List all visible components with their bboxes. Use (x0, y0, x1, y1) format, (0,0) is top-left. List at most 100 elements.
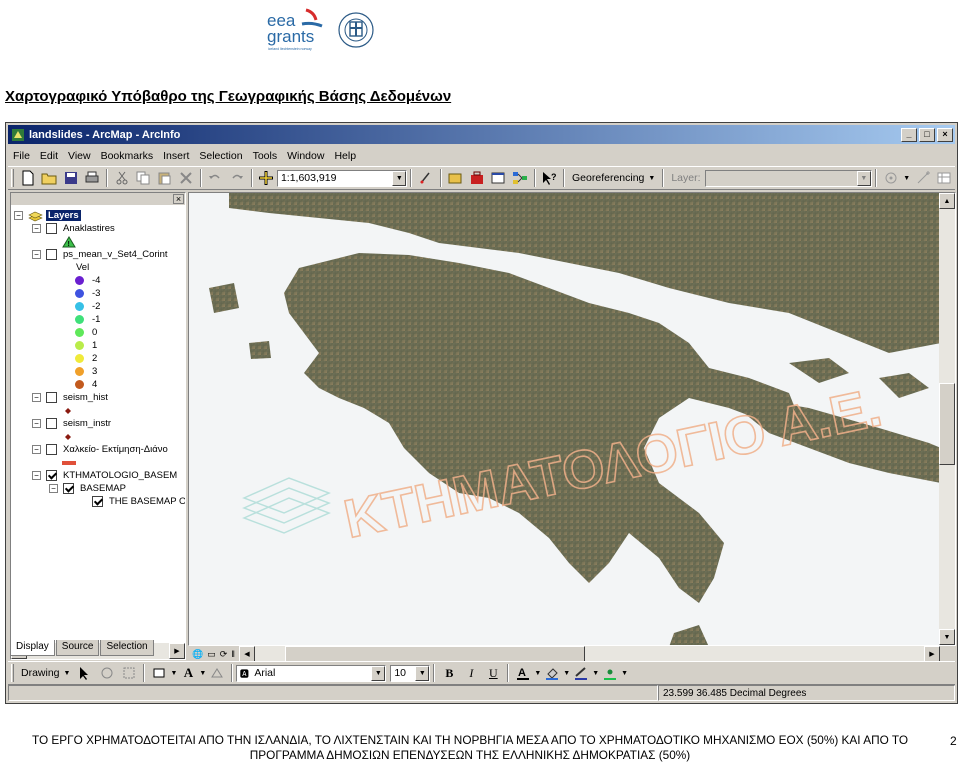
menu-insert[interactable]: Insert (158, 150, 194, 162)
model-builder-icon[interactable] (510, 168, 529, 188)
bold-button[interactable]: B (440, 664, 458, 682)
collapse-toggle[interactable]: − (14, 211, 23, 220)
scroll-up-icon[interactable]: ▲ (939, 193, 955, 209)
collapse-toggle[interactable]: − (32, 224, 41, 233)
collapse-toggle[interactable]: − (32, 250, 41, 259)
print-icon[interactable] (82, 168, 101, 188)
tree-row-layer[interactable]: THE BASEMAP OI (92, 495, 185, 508)
menu-window[interactable]: Window (282, 150, 329, 162)
save-icon[interactable] (61, 168, 80, 188)
horizontal-scroll-track[interactable] (255, 646, 924, 662)
chevron-down-icon[interactable]: ▼ (392, 170, 407, 186)
scroll-right-icon[interactable]: ▶ (169, 643, 185, 659)
editor-toolbar-icon[interactable] (416, 168, 435, 188)
rectangle-tool-icon[interactable] (149, 663, 169, 683)
layer-visibility-checkbox[interactable] (63, 483, 74, 494)
rotate-element-icon[interactable] (97, 663, 117, 683)
drawing-menu[interactable]: Drawing ▼ (17, 667, 74, 679)
chevron-down-icon[interactable]: ▼ (534, 670, 541, 677)
undo-icon[interactable] (206, 168, 225, 188)
toolbar-grip[interactable] (11, 664, 14, 682)
collapse-toggle[interactable]: − (32, 471, 41, 480)
close-icon[interactable]: × (173, 194, 184, 204)
menu-tools[interactable]: Tools (248, 150, 283, 162)
chevron-down-icon[interactable]: ▼ (903, 175, 910, 182)
open-folder-icon[interactable] (39, 168, 58, 188)
collapse-toggle[interactable]: − (32, 419, 41, 428)
menu-view[interactable]: View (63, 150, 96, 162)
collapse-toggle[interactable]: − (32, 393, 41, 402)
chevron-down-icon[interactable]: ▼ (371, 665, 386, 681)
tree-row-layer[interactable]: − ps_mean_v_Set4_Corint (32, 248, 168, 261)
arccatalog-icon[interactable] (446, 168, 465, 188)
tree-row-layer[interactable]: − BASEMAP (49, 482, 126, 495)
font-name-combo[interactable]: 🅰 Arial ▼ (236, 664, 387, 682)
scroll-thumb[interactable] (939, 383, 955, 465)
scroll-thumb[interactable] (285, 646, 585, 662)
tab-selection[interactable]: Selection (100, 640, 154, 656)
layer-visibility-checkbox[interactable] (46, 418, 57, 429)
layer-visibility-checkbox[interactable] (46, 444, 57, 455)
add-control-points-icon[interactable] (913, 168, 932, 188)
map-scale-combo[interactable]: 1:1,603,919 ▼ (276, 169, 408, 187)
collapse-toggle[interactable]: − (49, 484, 58, 493)
menu-selection[interactable]: Selection (194, 150, 247, 162)
edit-vertices-icon[interactable] (207, 663, 227, 683)
layout-view-icon[interactable]: ▭ (207, 649, 216, 660)
italic-button[interactable]: I (462, 664, 480, 682)
collapse-toggle[interactable]: − (32, 445, 41, 454)
command-line-icon[interactable] (489, 168, 508, 188)
chevron-down-icon[interactable]: ▼ (621, 670, 628, 677)
cut-icon[interactable] (112, 168, 131, 188)
layer-visibility-checkbox[interactable] (92, 496, 103, 507)
line-color-icon[interactable] (571, 663, 591, 683)
chevron-down-icon[interactable]: ▼ (563, 670, 570, 677)
marker-color-icon[interactable] (600, 663, 620, 683)
tree-row-layers-root[interactable]: − Layers (14, 209, 81, 222)
layer-visibility-checkbox[interactable] (46, 470, 57, 481)
tree-row-layer[interactable]: − KTHMATOLOGIO_BASEM (32, 469, 177, 482)
georef-layer-combo[interactable]: ▼ (704, 169, 872, 187)
menu-help[interactable]: Help (329, 150, 361, 162)
maximize-icon[interactable]: □ (919, 127, 935, 142)
toolbar-grip[interactable] (11, 169, 14, 187)
menu-bookmarks[interactable]: Bookmarks (96, 150, 159, 162)
refresh-icon[interactable]: ⟳ (220, 649, 228, 660)
underline-button[interactable]: U (484, 664, 502, 682)
new-document-icon[interactable] (18, 168, 37, 188)
whats-this-help-icon[interactable]: ? (540, 168, 559, 188)
chevron-down-icon[interactable]: ▼ (199, 670, 206, 677)
copy-icon[interactable] (133, 168, 152, 188)
redo-icon[interactable] (227, 168, 246, 188)
text-tool-icon[interactable]: A (178, 663, 198, 683)
tab-display[interactable]: Display (10, 640, 55, 656)
chevron-down-icon[interactable]: ▼ (170, 670, 177, 677)
delete-icon[interactable] (176, 168, 195, 188)
menu-edit[interactable]: Edit (35, 150, 63, 162)
add-data-icon[interactable] (257, 168, 276, 188)
map-display[interactable]: ΚΤΗΜΑΤΟΛΟΓΙΟ Α.Ε. ▲ ▼ (188, 192, 956, 646)
scroll-right-icon[interactable]: ▶ (924, 646, 940, 662)
chevron-down-icon[interactable]: ▼ (856, 170, 871, 186)
chevron-down-icon[interactable]: ▼ (592, 670, 599, 677)
close-icon[interactable]: × (937, 127, 953, 142)
rotate-icon[interactable] (881, 168, 900, 188)
font-color-icon[interactable]: A (513, 663, 533, 683)
select-elements-icon[interactable] (75, 663, 95, 683)
zoom-to-elements-icon[interactable] (119, 663, 139, 683)
tree-row-layer[interactable]: − seism_instr (32, 417, 111, 430)
fill-color-icon[interactable] (542, 663, 562, 683)
tree-row-layer[interactable]: − Χαλκείο- Εκτίμηση-Διάνο (32, 443, 168, 456)
font-size-combo[interactable]: 10 ▼ (390, 664, 431, 682)
georeferencing-menu[interactable]: Georeferencing ▼ (568, 172, 659, 184)
layer-visibility-checkbox[interactable] (46, 392, 57, 403)
title-bar[interactable]: landslides - ArcMap - ArcInfo _ □ × (8, 125, 955, 144)
menu-file[interactable]: File (8, 150, 35, 162)
scroll-left-icon[interactable]: ◀ (239, 646, 255, 662)
layer-visibility-checkbox[interactable] (46, 223, 57, 234)
minimize-icon[interactable]: _ (901, 127, 917, 142)
pause-drawing-icon[interactable]: ‖ (231, 649, 235, 659)
data-view-icon[interactable]: 🌐 (192, 649, 203, 660)
chevron-down-icon[interactable]: ▼ (415, 665, 430, 681)
tab-source[interactable]: Source (55, 640, 100, 656)
